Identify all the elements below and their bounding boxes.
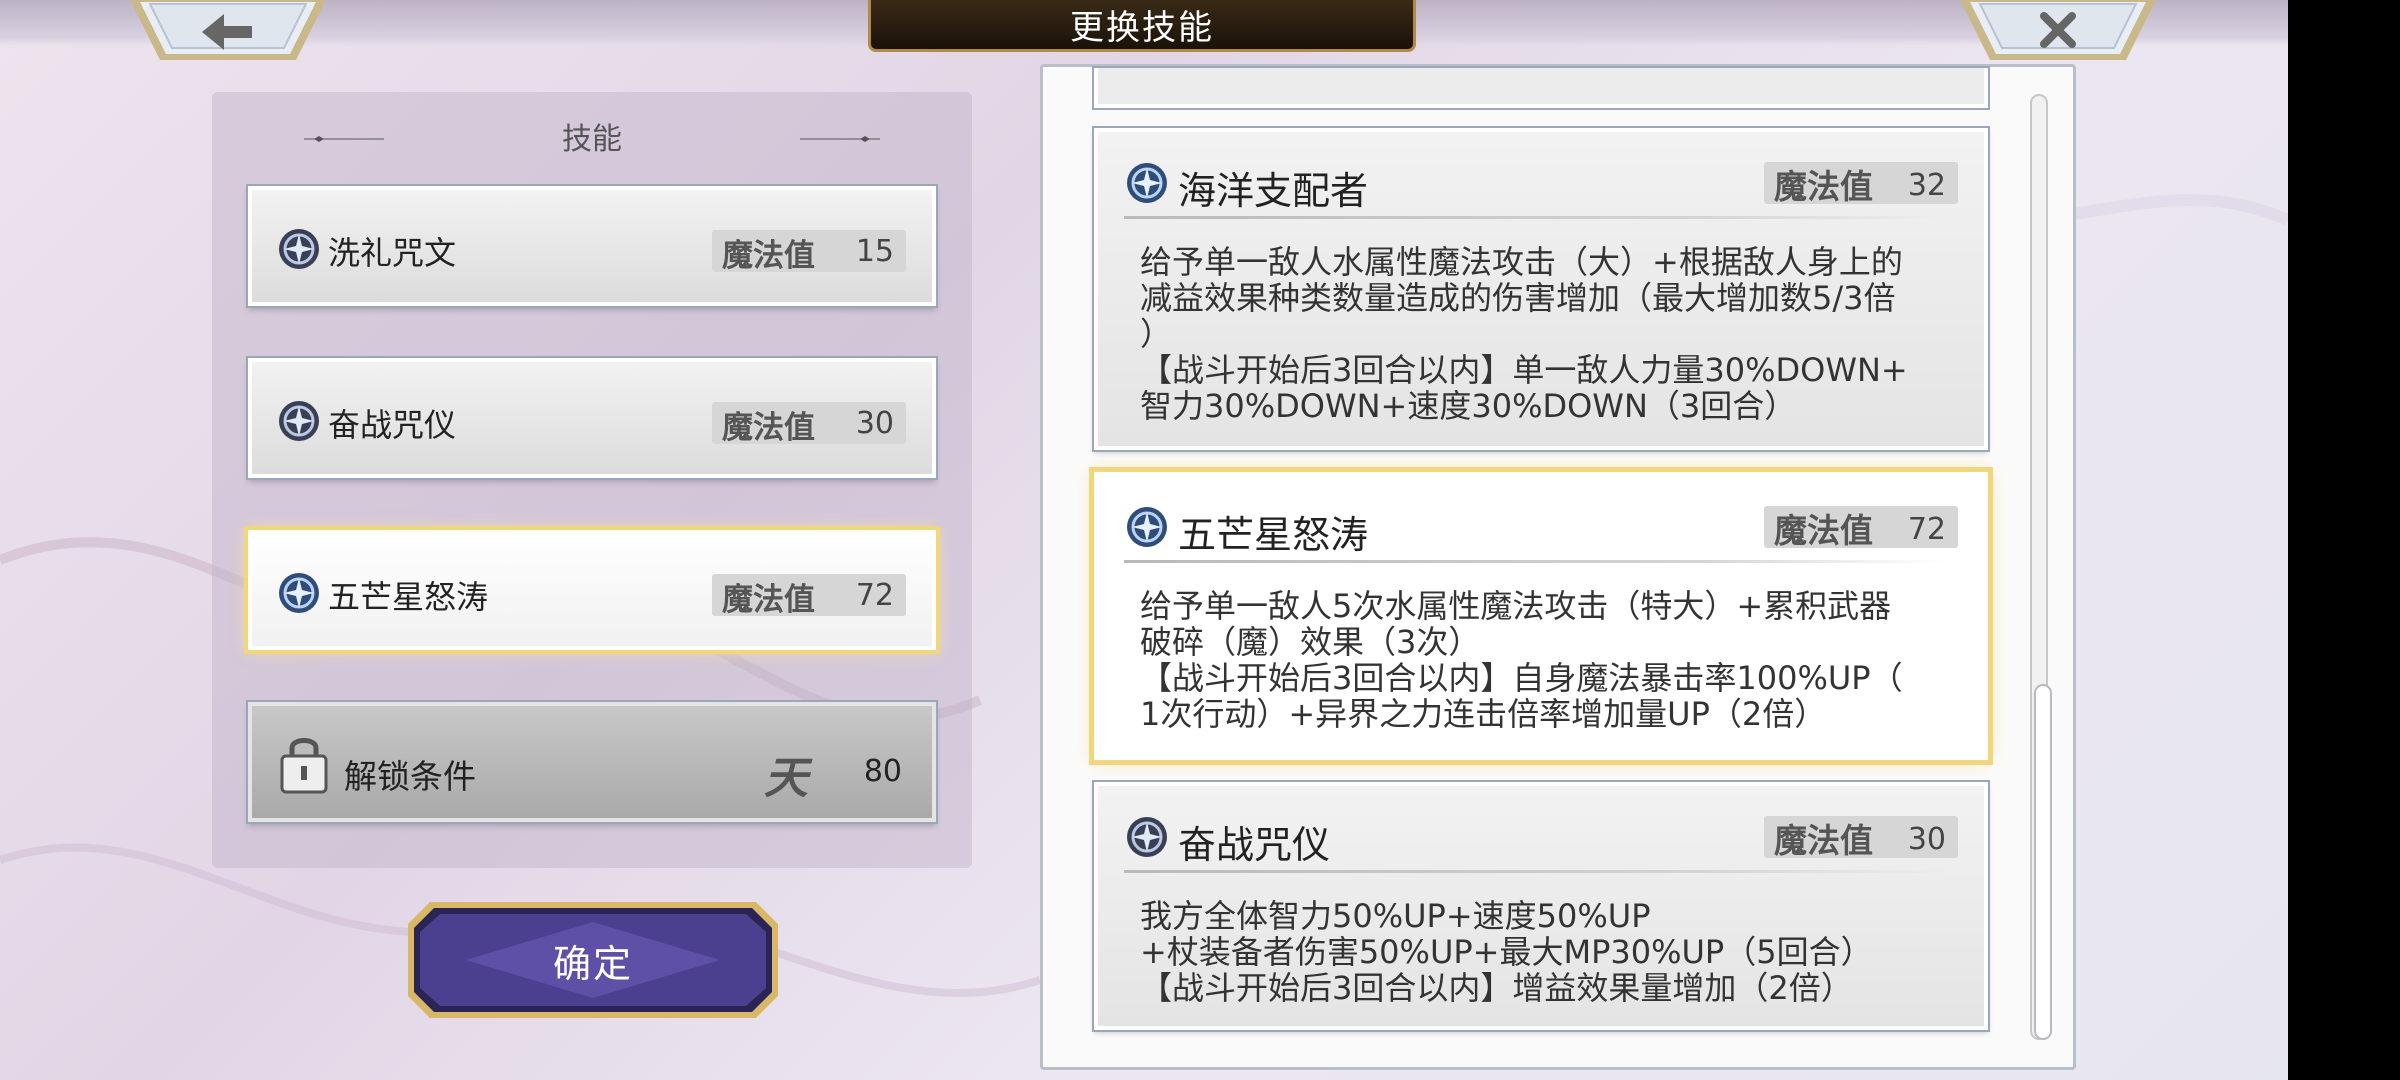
mp-label: 魔法值: [722, 238, 815, 274]
mp-cost: 魔法值 32: [1764, 162, 1958, 206]
lock-icon: [280, 738, 328, 794]
mp-value: 32: [1907, 168, 1946, 203]
mp-label: 魔法值: [722, 582, 815, 618]
skill-slot-1[interactable]: 洗礼咒文 魔法值 15: [248, 186, 936, 306]
mp-value: 72: [1907, 512, 1946, 547]
list-item-cut-off: [1094, 68, 1988, 108]
mp-label: 魔法值: [1774, 167, 1873, 206]
mp-value: 30: [855, 406, 894, 441]
mp-cost: 魔法值 72: [1764, 506, 1958, 550]
skill-slot-2[interactable]: 奋战咒仪 魔法值 30: [248, 358, 936, 478]
water-element-icon: [279, 401, 319, 441]
water-element-icon: [1127, 163, 1167, 203]
page-title: 更换技能: [1070, 8, 1214, 48]
unlock-condition-label: 解锁条件: [344, 757, 476, 796]
skill-name: 海洋支配者: [1178, 169, 1369, 213]
skill-description: 给予单一敌人5次水属性魔法攻击（特大）+累积武器 破碎（魔）效果（3次） 【战斗…: [1140, 587, 1903, 733]
heaven-rank-icon: 天: [764, 753, 808, 804]
confirm-button[interactable]: 确定: [406, 900, 780, 1020]
skill-name: 五芒星怒涛: [328, 578, 489, 616]
close-button[interactable]: [1958, 0, 2158, 64]
mp-value: 15: [855, 234, 894, 269]
skill-slot-3[interactable]: 五芒星怒涛 魔法值 72: [248, 530, 936, 650]
unlock-value: 80: [863, 754, 902, 789]
mp-label: 魔法值: [1774, 511, 1873, 550]
skill-name: 奋战咒仪: [328, 406, 457, 444]
locked-skill-slot[interactable]: 解锁条件 天 80: [248, 702, 936, 822]
divider: [1124, 560, 1944, 563]
skill-name: 五芒星怒涛: [1178, 513, 1369, 557]
mp-label: 魔法值: [1774, 821, 1873, 860]
confirm-label: 确定: [552, 941, 633, 986]
divider: [1124, 870, 1944, 873]
skill-slots-panel: 技能 洗礼咒文 魔法值 15 奋战咒仪 魔法值 30 五芒星怒涛 魔法值 72 …: [212, 92, 972, 868]
mp-value: 30: [1907, 822, 1946, 857]
scrollbar-thumb[interactable]: [2034, 684, 2052, 1040]
skill-description: 我方全体智力50%UP+速度50%UP +杖装备者伤害50%UP+最大MP30%…: [1140, 897, 1873, 1007]
water-element-icon: [1127, 507, 1167, 547]
water-element-icon: [279, 573, 319, 613]
skill-detail-card[interactable]: 奋战咒仪 魔法值 30 我方全体智力50%UP+速度50%UP +杖装备者伤害5…: [1094, 782, 1988, 1030]
skill-name: 奋战咒仪: [1178, 823, 1331, 867]
water-element-icon: [1127, 817, 1167, 857]
mp-cost: 魔法值 72: [712, 574, 906, 618]
ornament-right: [800, 136, 880, 142]
title-plate: 更换技能: [868, 0, 1416, 52]
screen-edge-bar: [2288, 0, 2400, 1080]
divider: [1124, 216, 1944, 219]
water-element-icon: [279, 229, 319, 269]
skill-detail-card[interactable]: 海洋支配者 魔法值 32 给予单一敌人水属性魔法攻击（大）+根据敌人身上的 减益…: [1094, 128, 1988, 450]
mp-cost: 魔法值 15: [712, 230, 906, 274]
mp-value: 72: [855, 578, 894, 613]
mp-label: 魔法值: [722, 410, 815, 446]
skill-detail-card-selected[interactable]: 五芒星怒涛 魔法值 72 给予单一敌人5次水属性魔法攻击（特大）+累积武器 破碎…: [1094, 472, 1988, 760]
skill-name: 洗礼咒文: [328, 234, 457, 272]
mp-cost: 魔法值 30: [712, 402, 906, 446]
back-button[interactable]: [128, 0, 328, 64]
skill-description: 给予单一敌人水属性魔法攻击（大）+根据敌人身上的 减益效果种类数量造成的伤害增加…: [1140, 243, 1908, 425]
mp-cost: 魔法值 30: [1764, 816, 1958, 860]
